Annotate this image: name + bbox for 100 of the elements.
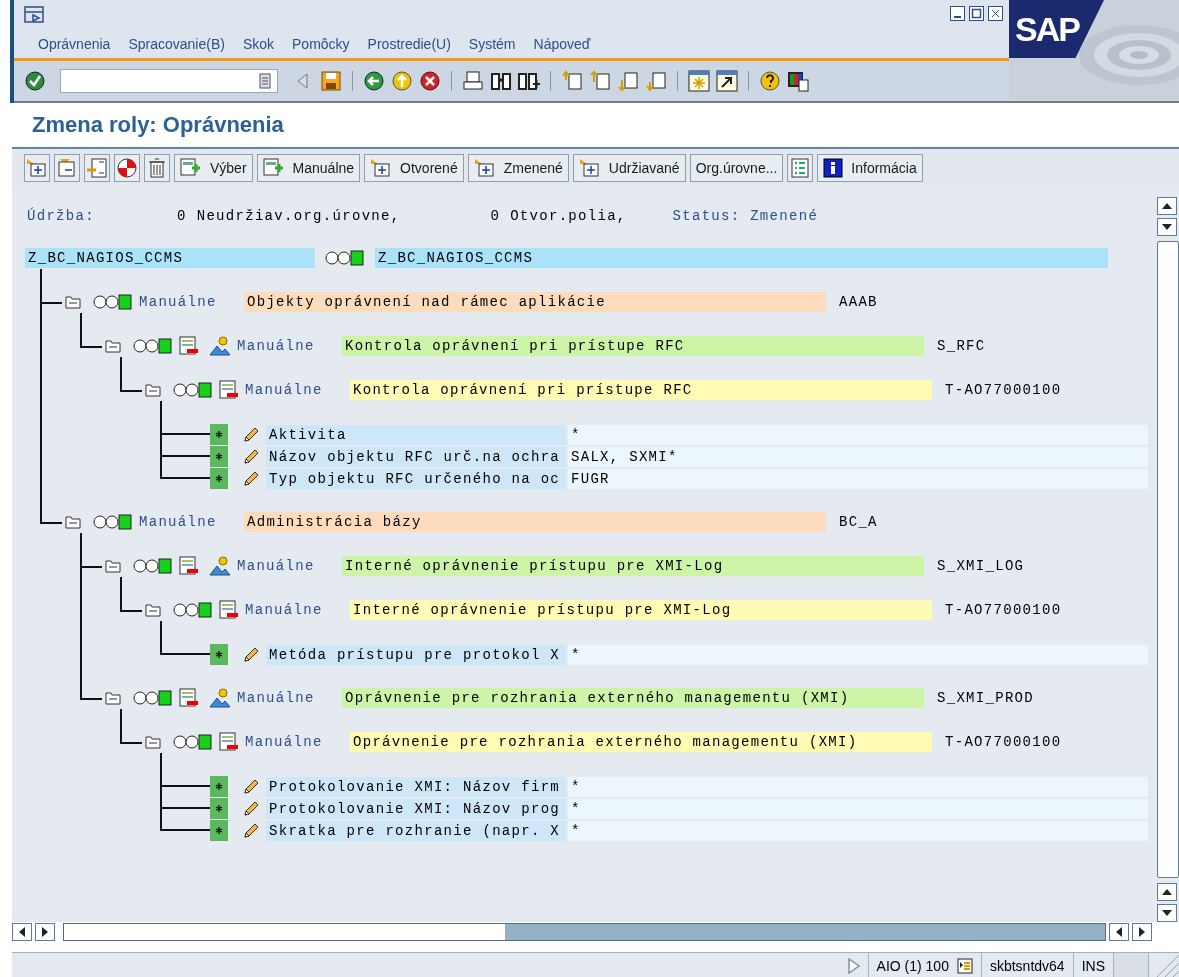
toolbar-button[interactable]: Manuálne [256, 154, 361, 182]
toolbar-button[interactable]: Informácia [817, 154, 923, 182]
find-next-icon[interactable] [518, 70, 540, 92]
scroll-up-button[interactable] [1157, 197, 1177, 215]
status-text: Manuálne [245, 734, 324, 750]
description-bar: Interné oprávnenie prístupu pre XMI-Log [342, 556, 924, 576]
document-icon [219, 600, 239, 620]
find-icon[interactable] [490, 70, 512, 92]
scroll-right-button[interactable] [1132, 923, 1152, 941]
folder-icon[interactable] [105, 339, 121, 353]
pencil-icon[interactable] [242, 447, 260, 466]
status-text: Manuálne [139, 514, 218, 530]
menu-item[interactable]: Systém [468, 36, 516, 52]
toolbar-button[interactable] [54, 154, 80, 182]
scrollbar-track[interactable] [1157, 241, 1179, 878]
scroll-left-button[interactable] [1109, 923, 1129, 941]
menu-item[interactable]: Nápoveď [533, 36, 591, 52]
screen-title: Zmena roly: Oprávnenia [32, 112, 284, 138]
menu-item[interactable]: Pomôcky [292, 36, 350, 52]
role-title: Z_BC_NAGIOS_CCMS [375, 248, 1108, 268]
pencil-icon[interactable] [242, 425, 260, 444]
toolbar-button[interactable]: Udržiavané [572, 154, 686, 182]
folder-icon[interactable] [105, 559, 121, 573]
folder-icon[interactable] [65, 515, 81, 529]
cancel-icon[interactable] [419, 70, 441, 92]
document-icon [179, 336, 199, 356]
toolbar-button[interactable] [114, 154, 140, 182]
asterisk-icon [210, 644, 228, 665]
menu-item[interactable]: Prostredie(U) [367, 36, 451, 52]
minimize-icon[interactable] [950, 5, 965, 21]
menu-item[interactable]: Oprávnenia [38, 36, 111, 52]
back-icon[interactable] [363, 70, 385, 92]
object-code: S_XMI_LOG [937, 558, 1025, 574]
scroll-down-button[interactable] [1157, 218, 1177, 236]
status-text: Status: Zmenené [672, 208, 819, 224]
add-icon [262, 158, 285, 178]
folder-icon[interactable] [145, 735, 161, 749]
folder-icon[interactable] [145, 603, 161, 617]
pencil-icon[interactable] [242, 799, 260, 818]
pencil-icon[interactable] [242, 645, 260, 664]
next-page-icon[interactable] [617, 70, 639, 92]
object-code: S_RFC [937, 338, 986, 354]
print-icon[interactable] [462, 70, 484, 92]
list-icon [791, 158, 810, 178]
expand-icon [473, 158, 496, 178]
target-icon [116, 157, 138, 179]
asterisk-icon [210, 446, 228, 467]
exit-icon[interactable] [391, 70, 413, 92]
scroll-down-button[interactable] [1157, 904, 1177, 922]
scrollbar-thumb[interactable] [505, 924, 1105, 940]
status-text: Manuálne [245, 602, 324, 618]
toolbar-button[interactable] [84, 154, 110, 182]
menu-item[interactable]: Skok [242, 36, 274, 52]
expand-triangle-icon[interactable] [847, 958, 860, 974]
traffic-light-icon [173, 734, 213, 750]
menu-item[interactable]: Spracovanie(B) [128, 36, 225, 52]
toolbar-button[interactable] [144, 154, 170, 182]
folder-icon[interactable] [65, 295, 81, 309]
right-arrow-icon [42, 927, 48, 937]
object-code: AAAB [839, 294, 878, 310]
previous-page-icon[interactable] [589, 70, 611, 92]
description-bar: Kontrola oprávnení pri prístupe RFC [350, 380, 932, 400]
toolbar-button[interactable] [787, 154, 814, 182]
pencil-icon[interactable] [242, 469, 260, 488]
field-value: * [568, 820, 1148, 841]
person-icon [209, 556, 231, 576]
object-code: T-AO77000100 [945, 734, 1062, 750]
maximize-icon[interactable] [969, 5, 984, 21]
new-session-icon[interactable] [688, 70, 710, 92]
toolbar-button[interactable]: Výber [174, 154, 253, 182]
description-bar: Interné oprávnenie prístupu pre XMI-Log [350, 600, 932, 620]
enter-icon[interactable] [24, 70, 46, 92]
folder-icon[interactable] [105, 691, 121, 705]
command-field[interactable] [60, 69, 278, 93]
toolbar-button[interactable]: Org.úrovne... [689, 154, 784, 182]
toolbar-button[interactable]: Otvorené [364, 154, 464, 182]
toolbar-button[interactable]: Zmenené [467, 154, 569, 182]
menu-icon[interactable] [24, 6, 46, 24]
help-icon[interactable] [759, 70, 781, 92]
shortcut-icon[interactable] [716, 70, 738, 92]
folder-icon[interactable] [145, 383, 161, 397]
scroll-right-button[interactable] [35, 923, 55, 941]
save-icon[interactable] [320, 70, 342, 92]
document-icon [179, 688, 199, 708]
field-label: Metóda prístupu pre protokol X [266, 644, 566, 665]
first-page-icon[interactable] [561, 70, 583, 92]
toolbar-button[interactable] [24, 154, 50, 182]
asterisk-icon [210, 820, 228, 841]
pencil-icon[interactable] [242, 821, 260, 840]
session-list-icon[interactable] [956, 958, 973, 974]
last-page-icon[interactable] [645, 70, 667, 92]
scroll-left-button[interactable] [12, 923, 32, 941]
scroll-up-button[interactable] [1157, 883, 1177, 901]
status-text: Manuálne [237, 338, 316, 354]
field-label: Typ objektu RFC určeného na oc [266, 468, 566, 489]
layout-icon[interactable] [787, 70, 809, 92]
pencil-icon[interactable] [242, 777, 260, 796]
field-label: Aktivita [266, 424, 566, 445]
object-code: T-AO77000100 [945, 382, 1062, 398]
close-icon[interactable] [988, 5, 1003, 21]
